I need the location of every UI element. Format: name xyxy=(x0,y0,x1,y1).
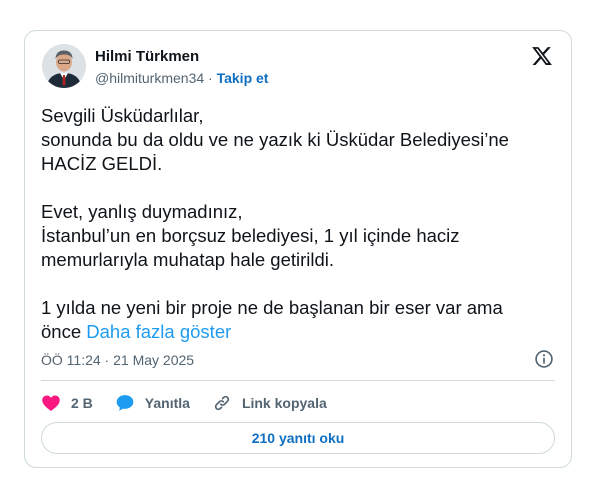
avatar-photo-icon xyxy=(42,44,86,88)
divider xyxy=(41,380,555,381)
read-replies-button[interactable]: 210 yanıtı oku xyxy=(41,422,555,454)
tweet-line: HACİZ GELDİ. xyxy=(41,153,163,174)
tweet-line: İstanbul’un en borçsuz belediyesi, 1 yıl… xyxy=(41,225,460,246)
tweet-line: Evet, yanlış duymadınız, xyxy=(41,201,243,222)
info-icon[interactable] xyxy=(534,349,554,369)
reply-label: Yanıtla xyxy=(144,395,190,411)
tweet-line: önce xyxy=(41,321,82,342)
author-handle[interactable]: @hilmiturkmen34 xyxy=(95,70,204,86)
speech-bubble-icon xyxy=(116,395,134,411)
separator-dot: · xyxy=(208,70,213,86)
copy-link-label: Link kopyala xyxy=(241,395,327,411)
tweet-line: 1 yılda ne yeni bir proje ne de başlanan… xyxy=(41,297,503,318)
heart-icon xyxy=(42,395,60,411)
reply-button[interactable]: Yanıtla xyxy=(115,393,190,413)
show-more-link[interactable]: Daha fazla göster xyxy=(86,321,231,342)
tweet-card: Hilmi Türkmen @hilmiturkmen34 · Takip et… xyxy=(24,30,572,468)
tweet-line: sonunda bu da oldu ve ne yazık ki Üsküda… xyxy=(41,129,509,150)
author-handle-row: @hilmiturkmen34 · Takip et xyxy=(95,70,268,86)
like-button[interactable]: 2 B xyxy=(41,393,93,413)
tweet-line-last: önce Daha fazla göster xyxy=(41,320,553,344)
link-icon xyxy=(214,395,230,411)
copy-link-button[interactable]: Link kopyala xyxy=(212,393,327,413)
tweet-line: Sevgili Üsküdarlılar, xyxy=(41,105,204,126)
tweet-timestamp[interactable]: ÖÖ 11:24 · 21 May 2025 xyxy=(41,352,194,368)
tweet-line: memurlarıyla muhatap hale getirildi. xyxy=(41,249,335,270)
avatar[interactable] xyxy=(42,44,86,88)
like-count: 2 B xyxy=(71,395,93,411)
x-logo-icon[interactable] xyxy=(531,45,553,67)
action-bar: 2 B Yanıtla Link kopyala xyxy=(41,392,349,414)
author-name[interactable]: Hilmi Türkmen xyxy=(95,48,199,65)
tweet-text: Sevgili Üsküdarlılar, sonunda bu da oldu… xyxy=(41,104,553,344)
follow-button[interactable]: Takip et xyxy=(217,70,269,86)
